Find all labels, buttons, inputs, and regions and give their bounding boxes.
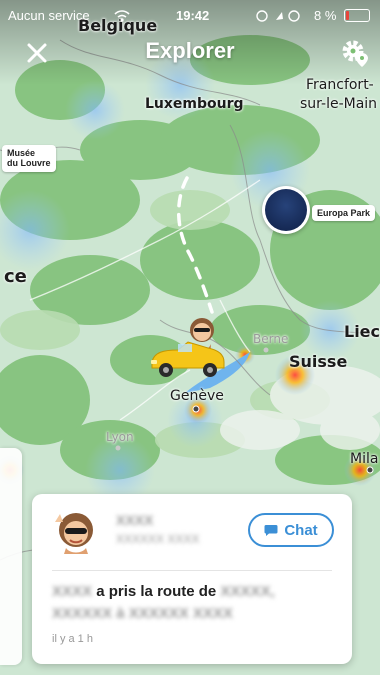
map-label-geneve: Genève [170,388,224,404]
car-icon [151,318,225,377]
chat-bubble-icon [264,524,278,536]
clock-time: 19:42 [176,8,210,23]
story-text-name: XXXX [52,583,93,600]
map-label-liech: Liech [344,322,380,341]
map-label-luxembourg: Luxembourg [145,96,244,112]
map-label-frankfurt: Francfort- [306,77,374,93]
map-label-berne: Berne [253,332,289,346]
chat-button[interactable]: Chat [248,513,334,547]
wifi-icon [114,10,130,22]
story-timestamp: il y a 1 h [52,633,93,645]
status-bar: Aucun service 19:42 8 % [0,0,380,28]
story-text: XXXX a pris la route de XXXXX, XXXXXX à … [52,581,332,625]
side-panel-handle[interactable] [0,448,22,665]
map-label-suisse: Suisse [289,352,348,371]
battery-icon [344,9,370,22]
map-label-milan: Mila [350,451,379,467]
rotation-lock-icon [256,10,268,22]
friend-name: XXXX [116,512,154,528]
bitmoji-avatar-icon [55,513,93,554]
map-label-frankfurt-2: sur-le-Main [300,96,378,112]
friend-subtitle: XXXXXX XXXX [116,532,200,546]
poi-louvre-line2: du Louvre [7,158,51,169]
chat-button-label: Chat [284,521,318,539]
top-bar: Explorer [0,28,380,78]
carrier-label: Aucun service [8,8,90,23]
location-arrow-icon [276,12,283,20]
poi-europa-park[interactable]: Europa Park [312,205,376,222]
poi-louvre[interactable]: Musée du Louvre [2,145,56,172]
settings-button[interactable] [338,36,372,70]
alarm-icon [288,10,300,22]
gear-location-icon [342,40,368,67]
status-icons [256,10,300,22]
snap-map-screen: Belgique Luxembourg Francfort- sur-le-Ma… [0,0,380,675]
friend-avatar[interactable] [52,508,98,554]
story-text-action: a pris la route de [96,583,217,600]
europa-park-thumbnail [265,189,307,231]
friend-bitmoji-car[interactable] [148,312,228,384]
page-title: Explorer [145,38,235,63]
poi-louvre-line1: Musée [7,148,36,158]
europa-park-marker[interactable] [262,186,310,234]
card-divider [52,570,332,571]
battery-level [346,11,349,20]
friend-story-card[interactable]: XXXX XXXXXX XXXX Chat XXXX a pris la rou… [32,494,352,664]
map-label-lyon: Lyon [106,430,134,444]
map-label-france: ce [4,266,27,287]
battery-percent: 8 % [314,8,337,23]
